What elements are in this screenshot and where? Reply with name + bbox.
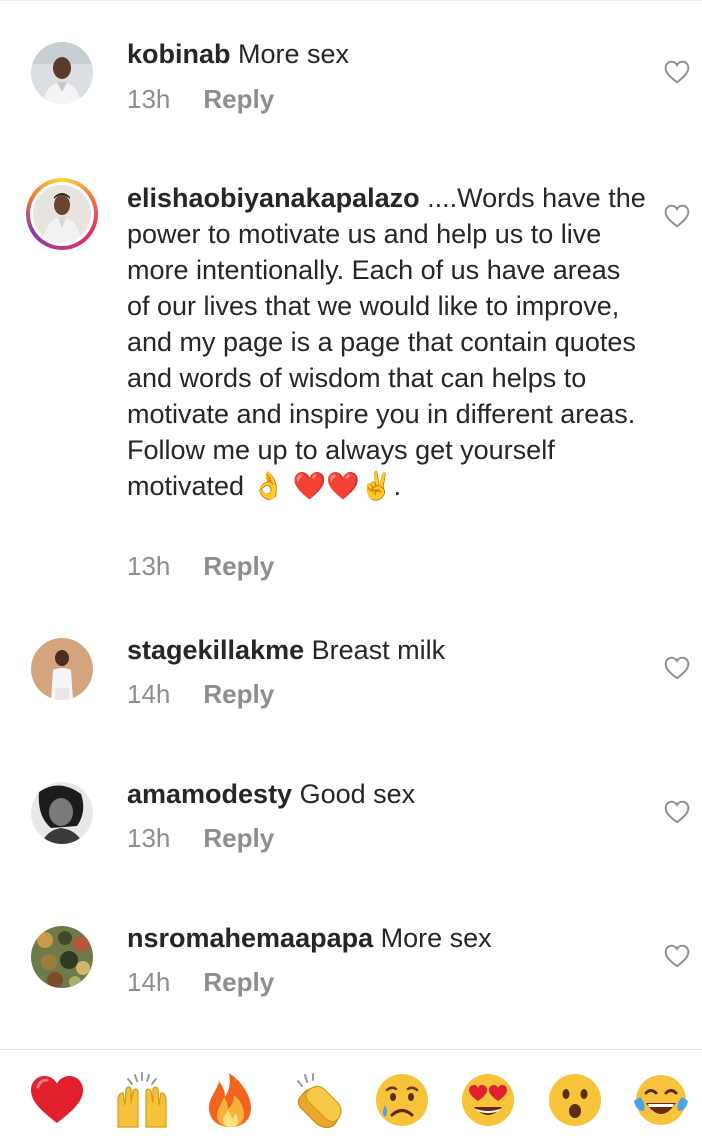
red-heart-emoji[interactable] [28,1071,86,1129]
comment-timestamp: 14h [127,679,171,709]
heart-eyes-emoji[interactable] [459,1071,517,1129]
avatar[interactable] [31,782,93,844]
avatar-photo-icon [31,42,93,104]
comment-username[interactable]: stagekillakme [127,635,304,665]
comment-timestamp: 13h [127,84,171,114]
heart-outline-icon[interactable] [664,656,690,680]
comment-body: amamodesty Good sex [127,776,627,812]
reply-button[interactable]: Reply [203,84,274,115]
comment-timestamp: 13h [127,823,171,853]
comment-meta: 13h Reply [127,823,274,854]
comment-body: kobinab More sex [127,36,627,72]
emoji-reaction-bar [0,1049,702,1140]
heart-outline-icon[interactable] [664,944,690,968]
avatar-photo-icon [31,638,93,700]
sad-face-emoji[interactable] [373,1071,431,1129]
raising-hands-emoji[interactable] [113,1071,171,1129]
avatar[interactable] [31,926,93,988]
avatar-with-story-ring[interactable] [26,178,98,250]
story-ring [30,182,94,246]
reply-button[interactable]: Reply [203,823,274,854]
comment-text: More sex [230,39,350,69]
heart-outline-icon[interactable] [664,800,690,824]
top-divider [0,0,702,1]
clapping-hands-emoji[interactable] [288,1071,346,1129]
reply-button[interactable]: Reply [203,967,274,998]
avatar[interactable] [31,42,93,104]
comment-username[interactable]: elishaobiyanakapalazo [127,183,420,213]
comment-text: Breast milk [304,635,446,665]
comment-meta: 13h Reply [127,551,274,582]
fire-emoji[interactable] [201,1071,259,1129]
comment-meta: 14h Reply [127,679,274,710]
heart-outline-icon[interactable] [664,60,690,84]
tears-of-joy-emoji[interactable] [632,1071,690,1129]
comment-text: More sex [373,923,492,953]
reply-button[interactable]: Reply [203,679,274,710]
comment-username[interactable]: amamodesty [127,779,292,809]
comment-username[interactable]: nsromahemaapapa [127,923,373,953]
comment-timestamp: 13h [127,551,171,581]
comment-text: Good sex [292,779,416,809]
comment-body: stagekillakme Breast milk [127,632,627,668]
reply-button[interactable]: Reply [203,551,274,582]
comment-body: elishaobiyanakapalazo ....Words have the… [127,180,647,504]
comment-text: ....Words have the power to motivate us … [127,183,646,501]
comment-timestamp: 14h [127,967,171,997]
comment-meta: 13h Reply [127,84,274,115]
comment-username[interactable]: kobinab [127,39,231,69]
avatar[interactable] [31,638,93,700]
avatar-photo-icon [33,185,91,243]
avatar-photo-icon [31,782,93,844]
avatar-photo-icon [31,926,93,988]
comment-meta: 14h Reply [127,967,274,998]
surprised-face-emoji[interactable] [546,1071,604,1129]
comment-body: nsromahemaapapa More sex [127,920,627,956]
heart-outline-icon[interactable] [664,204,690,228]
